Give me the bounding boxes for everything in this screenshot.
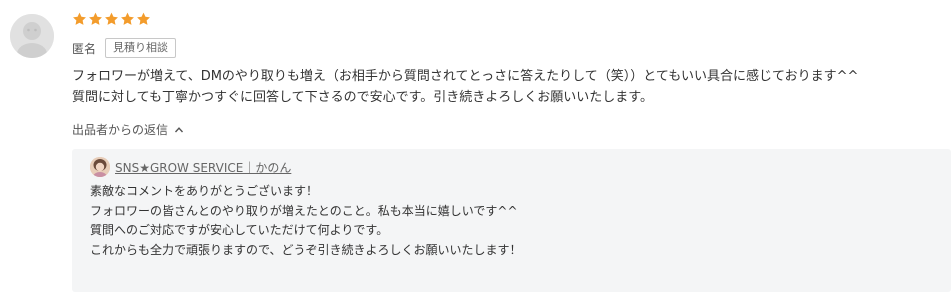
reply-text-line: 素敵なコメントをありがとうございます！ — [90, 184, 319, 198]
reviewer-meta: 匿名 見積り相談 — [72, 38, 177, 58]
star-icon — [137, 12, 150, 25]
reply-text-line: これからも全力で頑張りますので、どうぞ引き続きよろしくお願いいたします！ — [90, 242, 522, 257]
anonymous-user-icon — [10, 14, 54, 58]
seller-header: SNS★GROW SERVICE｜かのん — [90, 157, 291, 177]
star-icon — [73, 12, 86, 25]
seller-reply-body: 素敵なコメントをありがとうございます！ フォロワーの皆さんとのやり取りが増えたと… — [90, 182, 522, 260]
service-tag: 見積り相談 — [105, 38, 177, 58]
seller-reply-box: SNS★GROW SERVICE｜かのん 素敵なコメントをありがとうございます！… — [72, 149, 951, 292]
seller-reply-toggle-label: 出品者からの返信 — [72, 123, 169, 137]
seller-reply-toggle[interactable]: 出品者からの返信 — [72, 121, 184, 138]
star-icon — [121, 12, 134, 25]
star-icon — [89, 12, 102, 25]
reply-text-line: フォロワーの皆さんとのやり取りが増えたとのこと。私も本当に嬉しいです^^ — [90, 203, 518, 218]
reply-text-line: 質問へのご対応ですが安心していただけて何よりです。 — [90, 223, 389, 237]
reviewer-name: 匿名 — [72, 41, 97, 56]
star-icon — [105, 12, 118, 25]
reviewer-avatar — [10, 14, 54, 58]
chevron-up-icon — [175, 126, 184, 132]
review-text-line: 質問に対しても丁寧かつすぐに回答して下さるので安心です。引き続きよろしくお願いい… — [72, 90, 653, 105]
star-rating — [72, 11, 151, 27]
review-body: フォロワーが増えて、DMのやり取りも増え（お相手から質問されてとっさに答えたりし… — [72, 66, 951, 108]
review-text-line: フォロワーが増えて、DMのやり取りも増え（お相手から質問されてとっさに答えたりし… — [72, 69, 859, 84]
seller-avatar-image — [90, 157, 110, 177]
seller-name-link[interactable]: SNS★GROW SERVICE｜かのん — [115, 159, 291, 176]
seller-avatar[interactable] — [90, 157, 110, 177]
